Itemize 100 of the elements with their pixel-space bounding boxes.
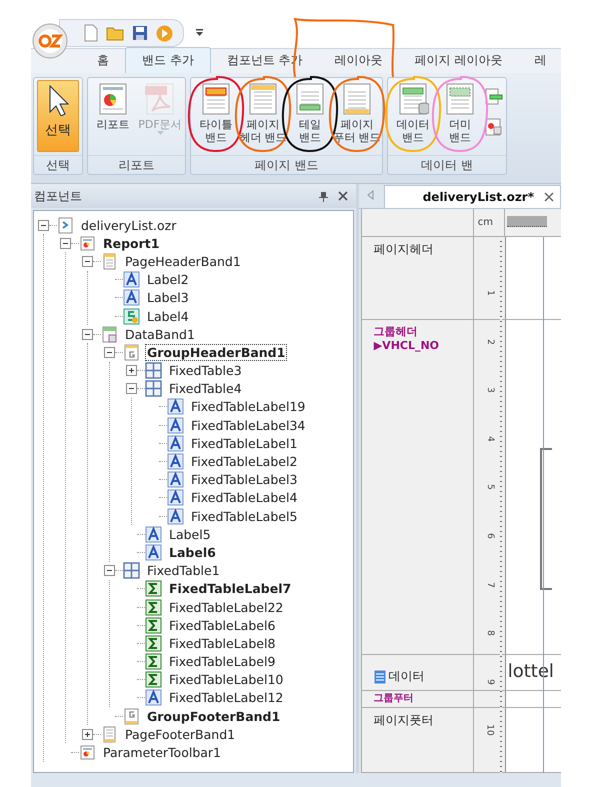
band-label: 페이지헤더: [374, 241, 434, 258]
ribbon-tab[interactable]: 홈: [81, 48, 125, 73]
group-field: ▶VHCL_NO: [374, 339, 440, 352]
tree-item[interactable]: PageFooterBand1: [123, 726, 238, 743]
page-header-band-icon: [247, 83, 279, 115]
close-icon[interactable]: [544, 192, 554, 202]
tree-item[interactable]: Label6: [167, 544, 218, 561]
ribbon-button[interactable]: 타이틀 밴드: [194, 80, 238, 152]
tree-item[interactable]: DataBand1: [123, 326, 197, 343]
data-icon: [374, 670, 386, 684]
tree-item[interactable]: Label3: [145, 289, 191, 306]
tree-item[interactable]: Label5: [167, 526, 213, 543]
collapse-toggle[interactable]: [82, 328, 93, 340]
ribbon-tab[interactable]: 밴드 추가: [125, 47, 211, 73]
tree-item[interactable]: FixedTableLabel7: [167, 580, 294, 598]
tree-item[interactable]: FixedTable3: [167, 362, 244, 380]
text-label-icon: [145, 544, 162, 561]
collapse-toggle[interactable]: [82, 256, 93, 267]
ruler-number: 10: [484, 724, 495, 736]
tree-item[interactable]: Report1: [101, 234, 162, 252]
tree-item[interactable]: Label4: [145, 308, 191, 325]
table-icon: [123, 562, 140, 580]
table-icon: [145, 362, 162, 380]
tree-item[interactable]: PageHeaderBand1: [123, 252, 243, 270]
expand-toggle[interactable]: [126, 365, 137, 376]
text-label-icon: [167, 398, 184, 416]
collapse-toggle[interactable]: [60, 238, 71, 249]
collapse-toggle[interactable]: [38, 220, 49, 231]
sum-icon: [145, 616, 162, 634]
ruler-number: 5: [484, 484, 495, 490]
tree-item[interactable]: FixedTable1: [145, 562, 222, 580]
text-label-icon: [145, 526, 162, 543]
dropdown-icon[interactable]: [196, 29, 203, 37]
script-label-icon: [123, 308, 140, 325]
tree-item[interactable]: ParameterToolbar1: [101, 744, 223, 762]
ruler-number: 1: [484, 290, 495, 296]
band-label: 페이지풋터: [374, 712, 434, 729]
text-label-icon: [167, 489, 184, 506]
ribbon-tab[interactable]: 페이지 레이아웃: [398, 48, 518, 73]
ribbon-button[interactable]: 데이터 밴드: [391, 80, 435, 152]
ribbon-tab[interactable]: 레이아웃: [318, 48, 399, 73]
new-file-icon[interactable]: [84, 24, 98, 42]
text-label-icon: [123, 289, 140, 306]
report-icon[interactable]: [485, 118, 503, 136]
ribbon-button[interactable]: 리포트: [91, 80, 135, 152]
text-label-icon: [167, 471, 184, 488]
expand-toggle[interactable]: [82, 728, 93, 740]
tree-item[interactable]: FixedTableLabel22: [167, 598, 286, 616]
tree-item[interactable]: deliveryList.ozr: [79, 216, 178, 234]
tree-item[interactable]: GroupHeaderBand1: [145, 344, 288, 361]
table-icon: [145, 380, 162, 398]
tree-item[interactable]: Label2: [145, 271, 191, 288]
band-icon[interactable]: [485, 88, 503, 106]
horizontal-ruler: [506, 216, 547, 227]
folder-icon[interactable]: [106, 25, 124, 41]
tree-item[interactable]: FixedTableLabel5: [189, 508, 300, 525]
ribbon-button[interactable]: 테일 밴드: [288, 80, 332, 152]
sum-icon: [145, 598, 162, 616]
group-title: 데이터 밴: [388, 155, 506, 174]
band-label: 데이터: [388, 668, 425, 685]
ruler-number: 8: [484, 630, 495, 636]
group-title: 리포트: [88, 155, 185, 174]
tree-item[interactable]: FixedTableLabel1: [189, 434, 300, 452]
tree-item[interactable]: FixedTableLabel6: [167, 616, 278, 634]
collapse-toggle[interactable]: [104, 565, 115, 576]
ruler-number: 7: [484, 582, 495, 588]
collapse-toggle[interactable]: [126, 383, 137, 394]
ribbon-button[interactable]: 선택: [37, 80, 79, 152]
tail-band-icon: [294, 83, 326, 115]
tree-item[interactable]: FixedTableLabel8: [167, 634, 278, 652]
document-tab[interactable]: deliveryList.ozr*: [384, 185, 561, 208]
sum-icon: [145, 634, 162, 652]
tree-item[interactable]: FixedTableLabel19: [189, 398, 308, 416]
title-band-icon: [200, 83, 232, 115]
ribbon-tab[interactable]: 레: [518, 48, 561, 73]
tree-item[interactable]: FixedTableLabel4: [189, 489, 300, 506]
page-footer-icon: [101, 726, 118, 743]
panel-title: 컴포넌트: [34, 188, 83, 204]
sum-icon: [145, 580, 162, 598]
tree-item[interactable]: FixedTableLabel34: [189, 416, 308, 434]
group-title: 선택: [34, 155, 82, 174]
tree-item[interactable]: FixedTableLabel2: [189, 453, 300, 470]
tree-item[interactable]: FixedTableLabel3: [189, 471, 300, 488]
save-icon[interactable]: [132, 25, 148, 41]
tree-item[interactable]: GroupFooterBand1: [145, 708, 282, 725]
ribbon-button[interactable]: 더미 밴드: [438, 80, 482, 152]
pin-icon[interactable]: [318, 190, 328, 202]
close-icon[interactable]: [338, 191, 348, 201]
text-label-icon: [167, 434, 184, 452]
tree-item[interactable]: FixedTableLabel12: [167, 689, 286, 706]
text-label-icon: [145, 689, 162, 706]
ruler-number: 3: [484, 387, 495, 394]
collapse-toggle[interactable]: [104, 346, 115, 358]
tree-item[interactable]: FixedTableLabel10: [167, 671, 286, 688]
tree-item[interactable]: FixedTableLabel9: [167, 653, 278, 670]
ruler-number: 4: [484, 436, 495, 442]
sum-icon: [145, 671, 162, 688]
tree-item[interactable]: FixedTable4: [167, 380, 244, 398]
sum-icon: [145, 653, 162, 670]
pdf-icon: [144, 83, 176, 115]
